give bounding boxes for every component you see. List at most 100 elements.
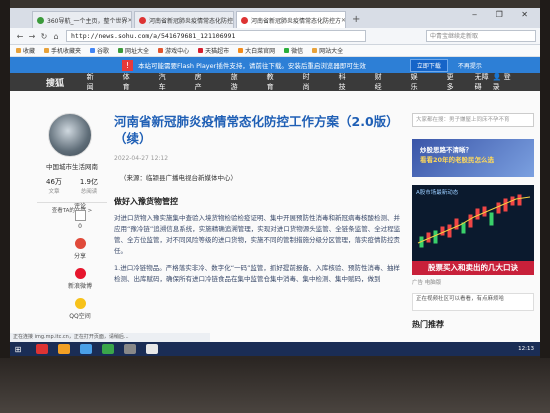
windows-start-icon[interactable]: ⊞ (10, 345, 26, 354)
bookmark-icon (284, 48, 290, 53)
bookmark-item[interactable]: 谷歌 (90, 46, 109, 55)
bookmark-item[interactable]: 游戏中心 (158, 46, 189, 55)
star-icon (16, 48, 21, 53)
author-name[interactable]: 中国城市生活网南 (37, 161, 107, 171)
candlestick-chart-image (417, 194, 531, 248)
flash-notice-text: 本站可能需要Flash Player插件支持，请前往下载。安装后重启浏览器即可生… (138, 62, 366, 70)
share-button[interactable]: 分享 (65, 238, 95, 260)
bookmark-item[interactable]: 微信 (284, 46, 303, 55)
windows-taskbar: ⊞ 12:13 (10, 342, 540, 356)
tab-favicon-icon (139, 16, 146, 24)
nav-item-finance[interactable]: 财经 (375, 72, 387, 92)
ad-banner-text: 股票买入和卖出的几大口诀 (412, 261, 534, 275)
share-icon (74, 238, 86, 249)
new-tab-icon[interactable]: + (352, 11, 360, 28)
article-title: 河南省新冠肺炎疫情常态化防控工作方案（2.0版）（续） (114, 114, 399, 146)
close-icon[interactable]: ✕ (341, 17, 345, 24)
taskbar-app-icon[interactable] (58, 344, 70, 354)
author-card: 中国城市生活网南 46万 文章 1.9亿 总阅读 查看TA的文章 > (37, 113, 107, 214)
taskbar-app-icon[interactable] (36, 344, 48, 354)
site-search-input[interactable]: 大家都在搜：男子嫌屋上同床不孕不育 (412, 113, 534, 127)
browser-tab[interactable]: 360导航_一个主页，整个世界 ✕ (32, 11, 132, 28)
stock-ad[interactable]: A股市场最新动态 股票买入和卖出的几大口诀 (412, 185, 534, 275)
login-link[interactable]: 👤 登录 (493, 72, 514, 92)
tab-label: 河南省新冠肺炎疫情常态化防控方 (251, 17, 342, 25)
taskbar-app-icon[interactable] (102, 344, 114, 354)
articles-stat: 46万 文章 (45, 178, 62, 195)
monitor-bezel-right (540, 0, 550, 413)
nav-item-education[interactable]: 教育 (267, 72, 279, 92)
nav-item-fashion[interactable]: 时尚 (303, 72, 315, 92)
folder-icon (44, 48, 50, 53)
download-button[interactable]: 立即下载 (409, 58, 448, 72)
back-icon[interactable]: ← (14, 32, 26, 41)
browser-search-input[interactable]: 中青宝继续走新取 (426, 30, 536, 42)
qzone-share-button[interactable]: QQ空间 (65, 298, 95, 320)
tab-label: 河南省新冠肺炎疫情常态化防控 (149, 17, 234, 25)
right-sidebar: 大家都在搜：男子嫌屋上同床不孕不育 炒股思路不清晰？ 看看20年的老股民怎么选 … (412, 113, 534, 330)
bookmark-item[interactable]: 天猫超市 (198, 46, 229, 55)
forward-icon[interactable]: → (26, 32, 38, 41)
recommendation-card[interactable]: 正在视频社区可以看看，有点麻烦哈 (412, 293, 534, 311)
site-logo[interactable]: 搜狐 (46, 76, 79, 89)
monitor-screen: 360导航_一个主页，整个世界 ✕ 河南省新冠肺炎疫情常态化防控 ✕ 河南省新冠… (10, 8, 540, 356)
warning-icon: ! (122, 59, 133, 71)
address-bar[interactable]: http://news.sohu.com/a/541679681_1211069… (66, 30, 366, 42)
bookmark-icon (118, 48, 124, 53)
tab-favicon-icon (241, 16, 248, 24)
site-navigation: 搜狐 新闻 体育 汽车 房产 旅游 教育 时尚 科技 财经 娱乐 更多 无障碍 … (10, 73, 540, 91)
ad-chart-title: A股市场最新动态 (416, 190, 459, 196)
tab-label: 360导航_一个主页，整个世界 (47, 17, 128, 25)
browser-tab[interactable]: 河南省新冠肺炎疫情常态化防控 ✕ (134, 11, 234, 28)
comment-button[interactable]: 评论 0 (65, 201, 95, 230)
close-icon[interactable]: ✕ (127, 17, 131, 24)
bookmark-icon (90, 48, 96, 53)
browser-tab-strip: 360导航_一个主页，整个世界 ✕ 河南省新冠肺炎疫情常态化防控 ✕ 河南省新冠… (10, 8, 540, 28)
section-heading: 做好入豫货物管控 (114, 197, 178, 206)
browser-status-bar: 正在连接 img.mp.itc.cn，正在打开页面，请稍后... (10, 333, 210, 342)
article-paragraph: 对进口货物入豫实施集中查验入境货物检验检疫证明、集中开展预防性消毒和新冠病毒核酸… (114, 214, 401, 255)
ad-banner[interactable]: 炒股思路不清晰？ 看看20年的老股民怎么选 (412, 139, 534, 177)
nav-item-more[interactable]: 更多 (447, 72, 459, 92)
user-icon: 👤 (492, 73, 502, 81)
taskbar-app-icon[interactable] (80, 344, 92, 354)
avatar[interactable] (48, 113, 92, 157)
qzone-icon (74, 298, 86, 309)
nav-item-house[interactable]: 房产 (195, 72, 207, 92)
window-controls[interactable]: ‒ ❐ ✕ (472, 10, 536, 19)
browser-toolbar: ← → ↻ ⌂ http://news.sohu.com/a/541679681… (10, 28, 540, 45)
hot-recommend-heading: 热门推荐 (412, 320, 444, 329)
taskbar-app-icon[interactable] (124, 344, 136, 354)
bookmark-icon (158, 48, 164, 53)
nav-item-auto[interactable]: 汽车 (159, 72, 171, 92)
taskbar-app-icon[interactable] (146, 344, 158, 354)
browser-tab-active[interactable]: 河南省新冠肺炎疫情常态化防控方 ✕ (236, 11, 346, 28)
nav-item-travel[interactable]: 旅游 (231, 72, 243, 92)
nav-item-news[interactable]: 新闻 (87, 72, 99, 92)
article-paragraph: 1.进口冷链物品。严格落实非冷、数字化“一码”监管，抓好提前报备、入库核验、预防… (114, 264, 400, 283)
comment-icon (74, 210, 86, 221)
bookmark-item[interactable]: 网站大全 (312, 46, 343, 55)
desk-surface (0, 358, 550, 413)
share-sidebar: 评论 0 分享 新浪微博 QQ空间 (65, 201, 95, 328)
nav-item-entertainment[interactable]: 娱乐 (411, 72, 423, 92)
bookmark-item[interactable]: 大白菜官网 (238, 46, 275, 55)
bookmark-icon (238, 48, 244, 53)
monitor-bezel-left (0, 0, 10, 413)
refresh-icon[interactable]: ↻ (38, 32, 50, 41)
nav-item-sports[interactable]: 体育 (123, 72, 135, 92)
article-date: 2022-04-27 12:12 (114, 155, 169, 162)
accessibility-link[interactable]: 无障碍 (475, 72, 493, 92)
ad-footer: 广告 电脑版 (412, 280, 442, 286)
weibo-share-button[interactable]: 新浪微博 (65, 268, 95, 290)
taskbar-clock[interactable]: 12:13 (518, 346, 534, 352)
home-icon[interactable]: ⌂ (50, 32, 62, 41)
bookmark-item[interactable]: 网址大全 (118, 46, 149, 55)
bookmark-item[interactable]: 手机收藏夹 (44, 46, 81, 55)
bookmarks-bar: 收藏 手机收藏夹 谷歌 网址大全 游戏中心 天猫超市 大白菜官网 微信 网站大全 (10, 45, 540, 57)
close-icon[interactable]: ✕ (233, 17, 234, 24)
bookmark-icon (312, 48, 318, 53)
nav-item-tech[interactable]: 科技 (339, 72, 351, 92)
dismiss-link[interactable]: 不再提示 (458, 61, 482, 70)
bookmark-item[interactable]: 收藏 (16, 46, 35, 55)
